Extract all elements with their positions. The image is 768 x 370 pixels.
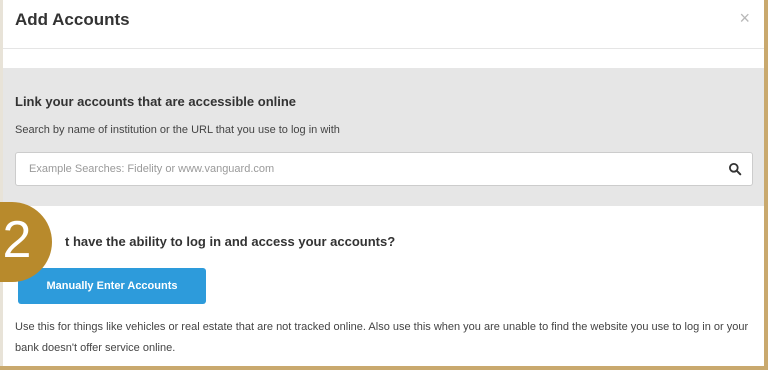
dialog-title: Add Accounts	[15, 10, 130, 29]
add-accounts-dialog: Add Accounts × Link your accounts that a…	[3, 0, 764, 366]
manual-section-heading: t have the ability to log in and access …	[65, 234, 396, 249]
online-section-help: Search by name of institution or the URL…	[15, 124, 340, 136]
dialog-header: Add Accounts ×	[3, 0, 764, 49]
close-button[interactable]: ×	[739, 8, 750, 29]
step-callout-number: 2	[2, 211, 32, 269]
page-bottom-edge	[0, 366, 768, 370]
institution-search-input[interactable]	[16, 153, 716, 185]
online-section-heading: Link your accounts that are accessible o…	[15, 94, 297, 109]
institution-search-box	[15, 152, 753, 186]
manually-enter-accounts-button[interactable]: Manually Enter Accounts	[18, 268, 206, 304]
manual-section-description: Use this for things like vehicles or rea…	[15, 321, 749, 354]
page-right-edge	[764, 0, 768, 370]
search-icon[interactable]	[728, 162, 742, 176]
online-accounts-section: Link your accounts that are accessible o…	[3, 68, 764, 206]
